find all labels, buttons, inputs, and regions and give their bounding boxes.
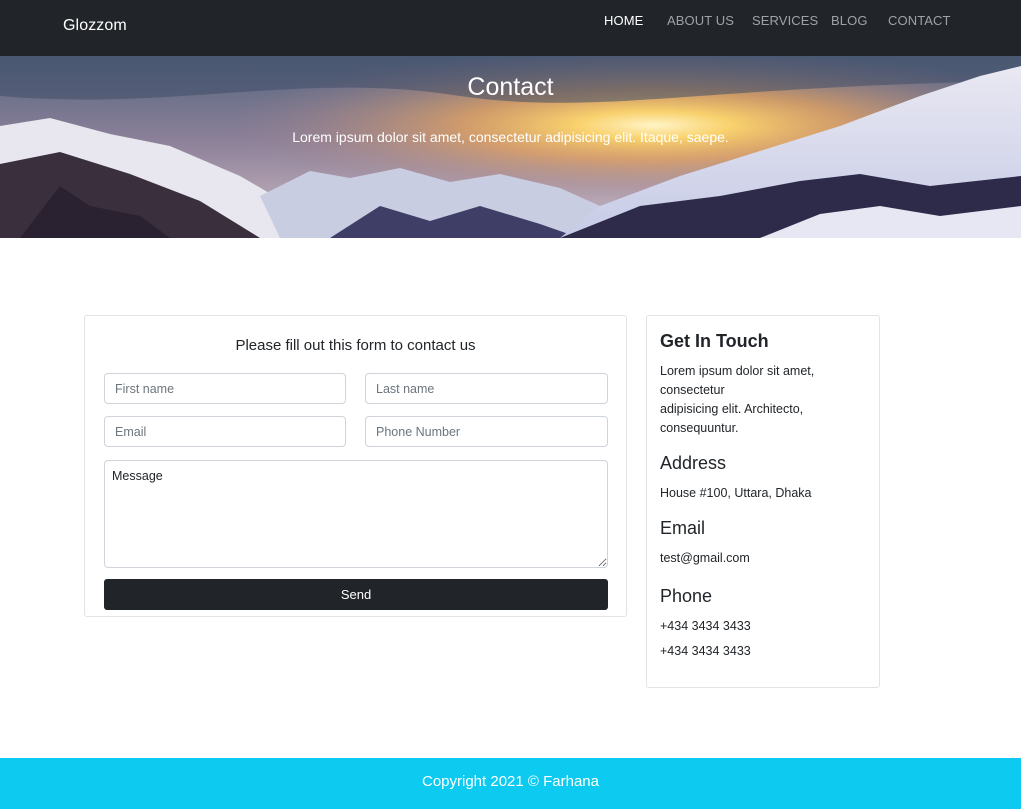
get-in-touch-heading: Get In Touch	[660, 331, 769, 351]
brand-logo[interactable]: Glozzom	[63, 17, 127, 35]
send-button[interactable]: Send	[104, 579, 608, 610]
phone-heading: Phone	[660, 586, 713, 606]
nav-link-services[interactable]: SERVICES	[752, 13, 818, 28]
navbar: Glozzom HOME ABOUT US SERVICES BLOG CONT…	[0, 0, 1021, 56]
nav-link-contact[interactable]: CONTACT	[888, 13, 951, 28]
message-textarea[interactable]	[104, 460, 608, 568]
contact-form-card: Please fill out this form to contact us …	[84, 315, 627, 617]
copyright-text: Copyright 2021 © Farhana	[422, 773, 599, 790]
first-name-input[interactable]	[104, 373, 346, 404]
contact-info-card: Get In Touch Lorem ipsum dolor sit amet,…	[646, 315, 880, 688]
page-title: Contact	[467, 73, 554, 101]
form-heading: Please fill out this form to contact us	[235, 337, 476, 354]
footer: Copyright 2021 © Farhana	[0, 758, 1021, 809]
phone-input[interactable]	[365, 416, 608, 447]
phone-number-1: +434 3434 3433	[660, 619, 751, 633]
hero-banner: Contact Lorem ipsum dolor sit amet, cons…	[0, 56, 1021, 238]
email-input[interactable]	[104, 416, 346, 447]
email-text: test@gmail.com	[660, 551, 750, 565]
nav-link-blog[interactable]: BLOG	[831, 13, 868, 28]
last-name-input[interactable]	[365, 373, 608, 404]
hero-subtitle: Lorem ipsum dolor sit amet, consectetur …	[292, 129, 729, 145]
info-intro-line1: Lorem ipsum dolor sit amet, consectetur	[660, 364, 815, 397]
info-intro-line2: adipisicing elit. Architecto, consequunt…	[660, 402, 804, 435]
phone-number-2: +434 3434 3433	[660, 644, 751, 658]
nav-link-home[interactable]: HOME	[604, 13, 643, 28]
address-heading: Address	[660, 453, 727, 473]
email-heading: Email	[660, 518, 706, 538]
address-text: House #100, Uttara, Dhaka	[660, 486, 812, 500]
nav-link-about-us[interactable]: ABOUT US	[667, 13, 734, 28]
